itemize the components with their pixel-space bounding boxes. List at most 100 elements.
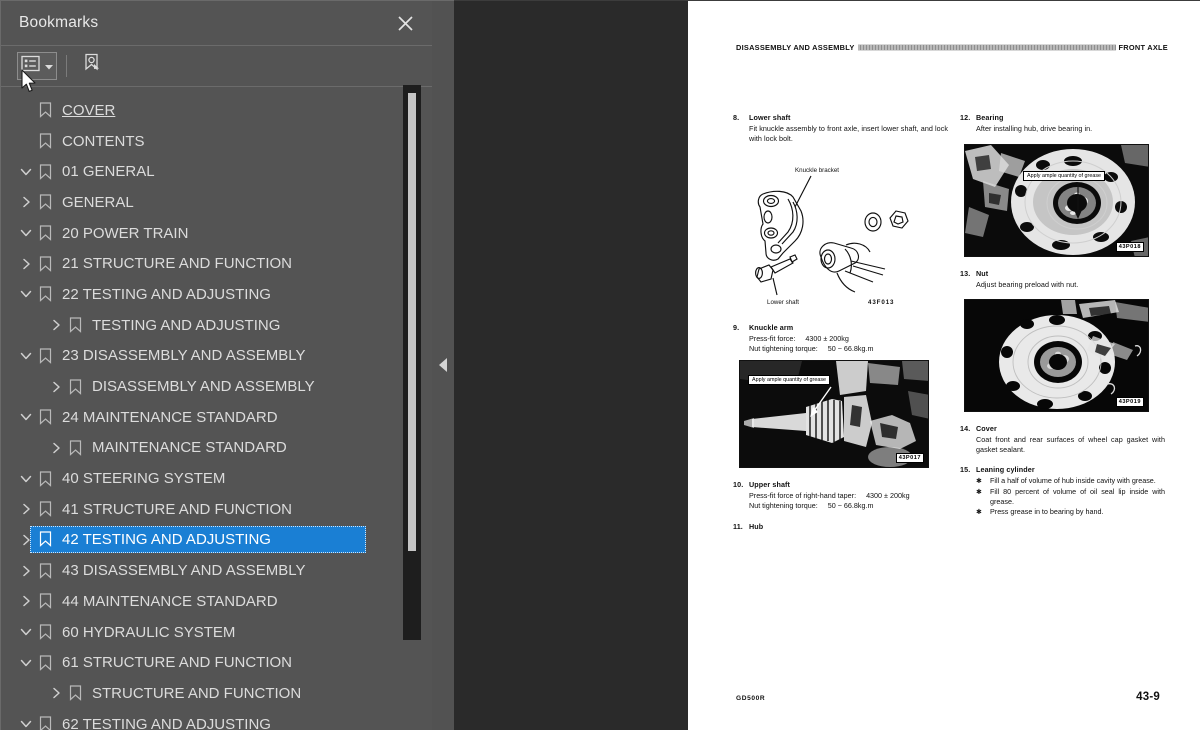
photo-43p017: Apply ample quantity of grease 43P017 [739,360,929,469]
bookmark-label: COVER [62,101,116,119]
collapse-left-arrow-icon[interactable] [439,358,447,372]
bookmark-item-62-testing-and-adjusting[interactable]: 62 TESTING AND ADJUSTING [1,709,432,730]
bookmark-icon [35,591,55,611]
bookmarks-scrollbar-thumb[interactable] [408,93,416,551]
item-10-spec-2-key: Nut tightening torque: [749,500,818,510]
bookmark-row-content: 24 MAINTENANCE STANDARD [35,407,286,427]
bookmark-item-42-testing-and-adjusting[interactable]: 42 TESTING AND ADJUSTING [1,525,432,556]
bookmark-label: STRUCTURE AND FUNCTION [92,684,302,702]
item-8-number: 8. [733,113,740,122]
bookmark-item-43-disassembly-and-assembly[interactable]: 43 DISASSEMBLY AND ASSEMBLY [1,555,432,586]
bookmark-icon [35,131,55,151]
chevron-down-icon[interactable] [17,470,35,488]
item-12-body: After installing hub, drive bearing in. [976,124,1093,133]
bookmark-item-41-structure-and-function[interactable]: 41 STRUCTURE AND FUNCTION [1,494,432,525]
bookmark-item-general[interactable]: GENERAL [1,187,432,218]
item-9-spec-2: Nut tightening torque: 50 ~ 66.8kg.m [749,344,948,354]
bookmark-item-20-power-train[interactable]: 20 POWER TRAIN [1,218,432,249]
chevron-down-icon[interactable] [17,224,35,242]
panel-splitter[interactable] [432,0,454,730]
bookmark-item-23-disassembly-and-assembly[interactable]: 23 DISASSEMBLY AND ASSEMBLY [1,341,432,372]
bookmark-label: 44 MAINTENANCE STANDARD [62,592,278,610]
bookmark-label: 42 TESTING AND ADJUSTING [62,530,271,548]
pdf-viewer-canvas[interactable]: DISASSEMBLY AND ASSEMBLY FRONT AXLE 8. L… [454,0,1200,730]
header-left-text: DISASSEMBLY AND ASSEMBLY [736,43,855,52]
bookmark-item-61-structure-and-function[interactable]: 61 STRUCTURE AND FUNCTION [1,647,432,678]
bookmark-icon [35,192,55,212]
chevron-right-icon[interactable] [17,562,35,580]
chevron-right-icon[interactable] [17,500,35,518]
item-14-heading: 14. Cover [960,424,1165,433]
chevron-down-icon[interactable] [17,715,35,730]
item-14-number: 14. [960,424,971,434]
bookmark-icon [35,254,55,274]
bookmark-label: 22 TESTING AND ADJUSTING [62,285,271,303]
item-10-spec-1-value: 4300 ± 200kg [866,491,910,501]
bookmark-item-01-general[interactable]: 01 GENERAL [1,156,432,187]
bookmark-item-24-maintenance-standard[interactable]: 24 MAINTENANCE STANDARD [1,402,432,433]
bookmark-item-testing-and-adjusting[interactable]: TESTING AND ADJUSTING [1,310,432,341]
item-12-number: 12. [960,113,971,122]
chevron-right-icon[interactable] [47,684,65,702]
chevron-down-icon[interactable] [17,623,35,641]
bookmark-label: 40 STEERING SYSTEM [62,470,226,488]
photo-43p018-label: Apply ample quantity of grease [1023,170,1106,181]
chevron-down-icon[interactable] [17,347,35,365]
item-8-title: Lower shaft [749,113,791,122]
bookmark-label: 24 MAINTENANCE STANDARD [62,408,278,426]
bookmark-item-disassembly-and-assembly[interactable]: DISASSEMBLY AND ASSEMBLY [1,371,432,402]
page-running-header: DISASSEMBLY AND ASSEMBLY FRONT AXLE [736,43,1168,52]
close-icon[interactable] [392,10,418,36]
page-footer: GD500R 43-9 [736,691,1160,703]
item-9-title: Knuckle arm [749,323,794,333]
chevron-down-icon[interactable] [17,408,35,426]
item-11-number: 11. [733,521,743,531]
footer-model: GD500R [736,695,766,702]
chevron-down-icon[interactable] [17,163,35,181]
bookmark-label: MAINTENANCE STANDARD [92,439,287,457]
bookmark-item-22-testing-and-adjusting[interactable]: 22 TESTING AND ADJUSTING [1,279,432,310]
item-13-heading: 13. Nut [960,269,1165,278]
item-13-number: 13. [960,268,971,278]
chevron-right-icon[interactable] [17,592,35,610]
chevron-right-icon[interactable] [47,378,65,396]
bookmark-icon [35,346,55,366]
bookmark-label: GENERAL [62,193,134,211]
bookmark-item-maintenance-standard[interactable]: MAINTENANCE STANDARD [1,433,432,464]
item-12-title: Bearing [976,113,1004,122]
item-10-title: Upper shaft [749,480,791,490]
item-10-heading: 10. Upper shaft [733,480,948,489]
bookmark-item-contents[interactable]: CONTENTS [1,126,432,157]
bookmark-item-structure-and-function[interactable]: STRUCTURE AND FUNCTION [1,678,432,709]
bullet-star-icon: ✱ [976,507,983,517]
chevron-right-icon[interactable] [17,193,35,211]
item-10-spec-1: Press-fit force of right-hand taper: 430… [749,491,948,501]
item-15-number: 15. [960,465,971,475]
item-9-spec-1-key: Press-fit force: [749,334,796,344]
bookmark-icon [35,407,55,427]
bookmark-tree[interactable]: COVER CONTENTS 01 GENERAL GENERAL 20 POWER T… [1,87,432,730]
chevron-right-icon[interactable] [47,316,65,334]
list-options-button[interactable] [17,52,57,80]
bookmarks-scrollbar[interactable] [403,85,421,640]
bookmark-item-40-steering-system[interactable]: 40 STEERING SYSTEM [1,463,432,494]
chevron-right-icon[interactable] [47,439,65,457]
bookmark-label: 60 HYDRAULIC SYSTEM [62,623,236,641]
chevron-down-icon[interactable] [17,285,35,303]
item-10-spec-2-value: 50 ~ 66.8kg.m [827,500,874,510]
new-bookmark-button[interactable] [79,52,106,80]
figure-43f013: 43F013 Knuckle bracket Lower shaft [733,149,948,319]
new-bookmark-icon [82,53,103,79]
bookmark-item-44-maintenance-standard[interactable]: 44 MAINTENANCE STANDARD [1,586,432,617]
bookmark-icon [35,284,55,304]
bullet-star-icon: ✱ [976,486,983,496]
bookmark-item-21-structure-and-function[interactable]: 21 STRUCTURE AND FUNCTION [1,248,432,279]
bookmark-item-60-hydraulic-system[interactable]: 60 HYDRAULIC SYSTEM [1,617,432,648]
item-15-bullet-text: Fill a half of volume of hub inside cavi… [990,476,1156,486]
chevron-right-icon[interactable] [17,255,35,273]
bookmark-label: 62 TESTING AND ADJUSTING [62,715,271,730]
item-15-bullet-text: Fill 80 percent of volume of oil seal li… [990,486,1165,506]
bookmark-item-cover[interactable]: COVER [1,95,432,126]
chevron-down-icon[interactable] [17,654,35,672]
page-left-column: 8. Lower shaft Fit knuckle assembly to f… [733,113,948,533]
